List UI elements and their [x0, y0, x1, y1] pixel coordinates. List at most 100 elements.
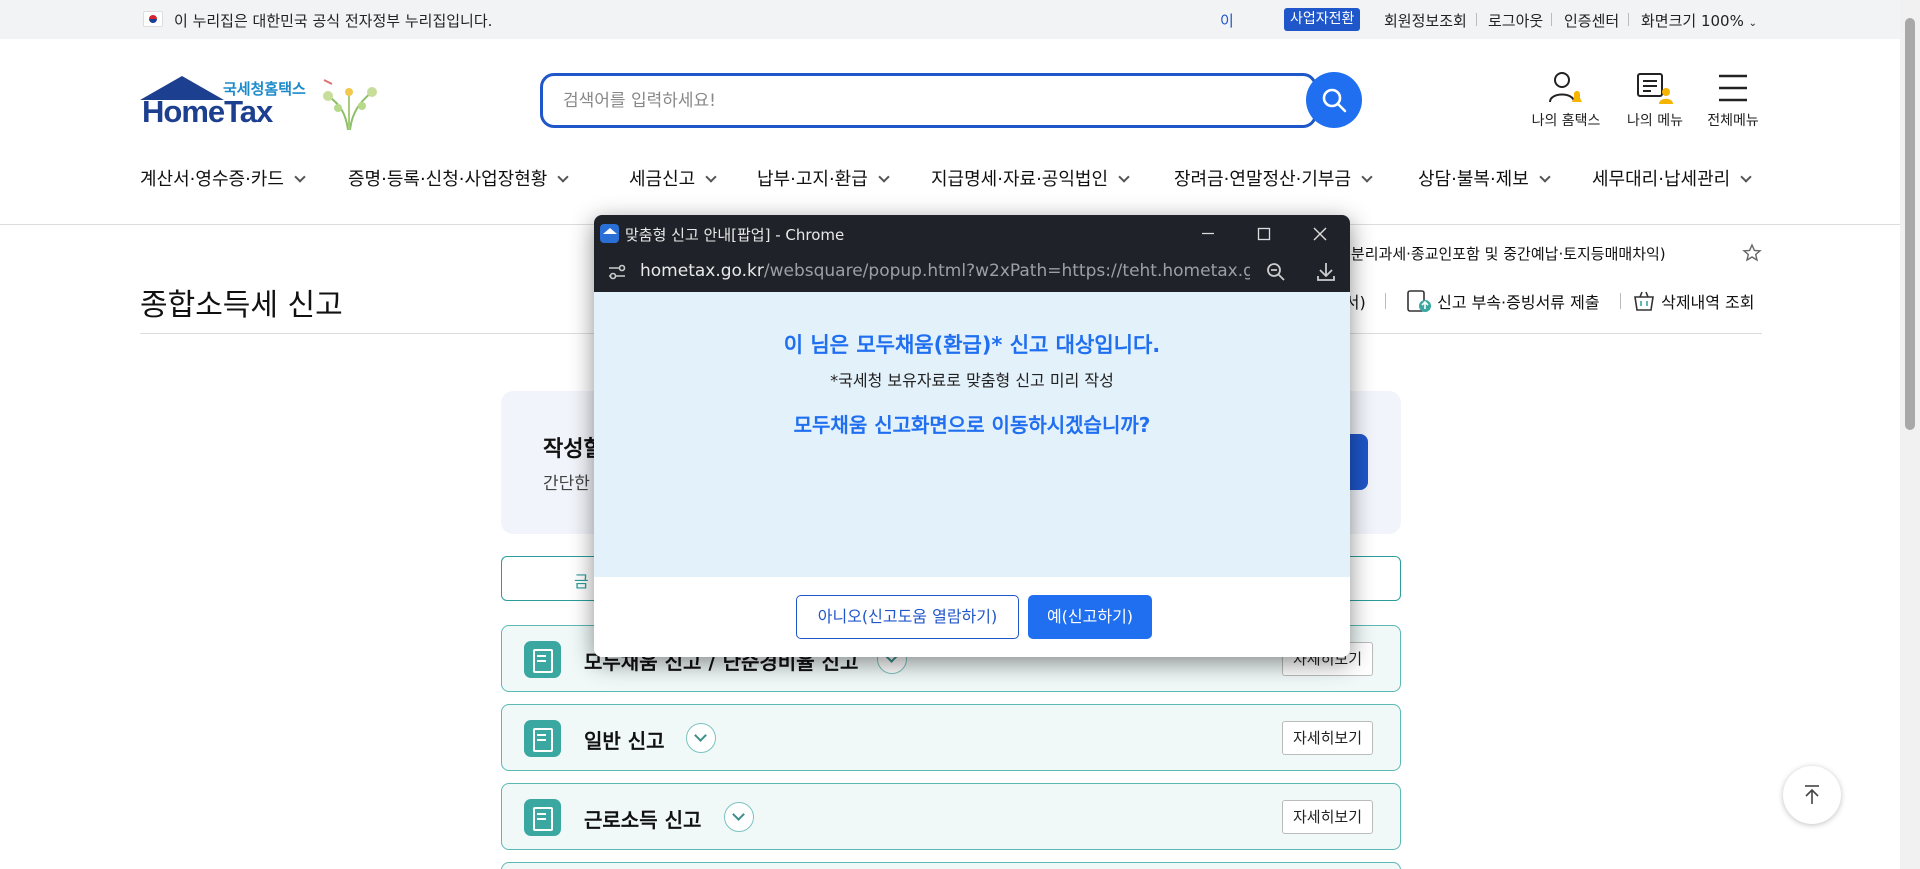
intro-text: 간단한	[543, 474, 590, 494]
no-view-help-button[interactable]: 아니오(신고도움 열람하기)	[796, 595, 1019, 639]
deleted-history-link[interactable]: 삭제내역 조회	[1632, 289, 1755, 313]
zoom-icon[interactable]	[1266, 262, 1286, 282]
form-icon	[524, 641, 561, 678]
url-domain: hometax.go.kr	[640, 261, 764, 281]
business-switch-button[interactable]: 사업자전환	[1284, 8, 1361, 31]
search-input[interactable]	[563, 88, 1283, 114]
outline-text: 금	[574, 572, 589, 591]
accordion-item[interactable]: 근로소득 신고 자세히보기	[501, 783, 1401, 850]
zoom-select[interactable]: 화면크기 100% ⌄	[1641, 10, 1757, 31]
my-hometax-label: 나의 홈택스	[1531, 113, 1601, 129]
prefill-note: *국세청 보유자료로 맞춤형 신고 미리 작성	[830, 371, 1114, 390]
nav-item-tax-return[interactable]: 세금신고	[629, 165, 717, 191]
site-settings-icon[interactable]	[606, 262, 628, 282]
attach-docs-link[interactable]: 신고 부속·증빙서류 제출	[1406, 289, 1600, 313]
cert-center-link[interactable]: 인증센터	[1564, 10, 1619, 31]
nav-label: 상담·불복·제보	[1418, 169, 1529, 190]
page-scrollbar[interactable]	[1900, 0, 1920, 869]
search-button[interactable]	[1306, 72, 1362, 128]
divider	[1551, 13, 1552, 26]
breadcrumb: 반·근로·분리과세·종교인포함 및 중간예납·토지등매매차익)	[1300, 245, 1666, 263]
nav-item-invoice[interactable]: 계산서·영수증·카드	[140, 165, 306, 191]
popup-content: 이 님은 모두채움(환급)* 신고 대상입니다. *국세청 보유자료로 맞춤형 …	[594, 292, 1350, 577]
page-title: 종합소득세 신고	[140, 288, 343, 323]
download-icon[interactable]	[1315, 261, 1337, 283]
chevron-down-icon	[557, 171, 569, 183]
nav-label: 지급명세·자료·공익법인	[931, 169, 1109, 190]
search-icon	[1322, 88, 1347, 113]
divider	[1628, 13, 1629, 26]
window-titlebar: 맞춤형 신고 안내[팝업] - Chrome	[594, 215, 1350, 252]
search-box	[540, 73, 1317, 128]
scrollbar-thumb[interactable]	[1905, 18, 1915, 430]
close-icon	[1313, 227, 1327, 241]
gov-banner: 이 누리집은 대한민국 공식 전자정부 누리집입니다. 이 사업자전환 회원정보…	[0, 0, 1900, 39]
maximize-button[interactable]	[1236, 215, 1292, 252]
nav-label: 계산서·영수증·카드	[140, 169, 284, 190]
scroll-to-top-button[interactable]	[1783, 766, 1841, 824]
all-menu-label: 전체메뉴	[1707, 113, 1759, 129]
star-icon[interactable]	[1742, 243, 1762, 263]
plant-icon	[323, 79, 377, 131]
form-icon	[524, 720, 561, 757]
my-menu-button[interactable]: 나의 메뉴	[1612, 70, 1698, 130]
logout-link[interactable]: 로그아웃	[1488, 10, 1543, 31]
nav-label: 세금신고	[629, 169, 696, 190]
member-info-link[interactable]: 회원정보조회	[1384, 10, 1467, 31]
url-path: /websquare/popup.html?w2xPath=https://te…	[763, 261, 1250, 281]
minimize-button[interactable]	[1180, 215, 1236, 252]
accordion-label: 일반 신고	[584, 729, 665, 753]
all-menu-button[interactable]: 전체메뉴	[1690, 70, 1776, 130]
chevron-down-icon	[705, 171, 717, 183]
chevron-down-icon	[1740, 171, 1752, 183]
chevron-down-icon	[878, 171, 890, 183]
chevron-down-icon	[294, 171, 306, 183]
menu-user-icon	[1637, 73, 1673, 104]
divider	[1385, 293, 1386, 309]
accordion-item[interactable]	[501, 862, 1401, 869]
target-notice: 이 님은 모두채움(환급)* 신고 대상입니다.	[783, 333, 1161, 357]
maximize-icon	[1257, 227, 1271, 241]
address-bar[interactable]: hometax.go.kr/websquare/popup.html?w2xPa…	[594, 252, 1350, 292]
minimize-icon	[1202, 232, 1214, 235]
attach-docs-label: 신고 부속·증빙서류 제출	[1437, 293, 1600, 312]
nav-item-consult[interactable]: 상담·불복·제보	[1418, 165, 1551, 191]
divider	[1620, 293, 1621, 309]
chevron-down-icon: ⌄	[1748, 18, 1758, 29]
expand-toggle[interactable]	[686, 723, 716, 753]
nav-label: 장려금·연말정산·기부금	[1174, 169, 1352, 190]
gov-notice: 이 누리집은 대한민국 공식 전자정부 누리집입니다.	[174, 12, 493, 30]
chevron-down-icon	[1539, 171, 1551, 183]
user-bell-icon	[1549, 72, 1582, 103]
hometax-favicon-icon	[600, 224, 619, 243]
yes-file-button[interactable]: 예(신고하기)	[1028, 595, 1152, 639]
nav-item-certificate[interactable]: 증명·등록·신청·사업장현황	[348, 165, 569, 191]
details-button[interactable]: 자세히보기	[1282, 800, 1374, 834]
arrow-up-icon	[1805, 785, 1819, 804]
chevron-down-icon	[1118, 171, 1130, 183]
nav-item-agent[interactable]: 세무대리·납세관리	[1592, 165, 1752, 191]
nav-label: 세무대리·납세관리	[1592, 169, 1731, 190]
window-title: 맞춤형 신고 안내[팝업] - Chrome	[625, 226, 845, 244]
my-menu-label: 나의 메뉴	[1627, 113, 1683, 129]
nav-item-statements[interactable]: 지급명세·자료·공익법인	[931, 165, 1130, 191]
my-hometax-button[interactable]: 나의 홈택스	[1523, 70, 1609, 130]
details-button[interactable]: 자세히보기	[1282, 721, 1374, 755]
deleted-history-label: 삭제내역 조회	[1661, 293, 1755, 312]
hometax-logo[interactable]: 국세청홈택스 HomeTax	[140, 74, 380, 134]
chevron-down-icon	[1361, 171, 1373, 183]
popup-window: 맞춤형 신고 안내[팝업] - Chrome hometax.go.kr/web…	[594, 215, 1350, 657]
document-upload-icon	[1407, 290, 1431, 312]
nav-item-incentive[interactable]: 장려금·연말정산·기부금	[1174, 165, 1373, 191]
close-button[interactable]	[1292, 215, 1348, 252]
accordion-item[interactable]: 일반 신고 자세히보기	[501, 704, 1401, 771]
nav-label: 납부·고지·환급	[757, 169, 868, 190]
logo-title: HomeTax	[142, 94, 273, 129]
url-text: hometax.go.kr/websquare/popup.html?w2xPa…	[640, 261, 1250, 281]
expand-toggle[interactable]	[724, 802, 754, 832]
nav-item-payment[interactable]: 납부·고지·환급	[757, 165, 890, 191]
basket-icon	[1634, 291, 1654, 311]
user-name: 이	[1220, 12, 1234, 30]
divider	[1476, 13, 1477, 26]
hamburger-icon	[1719, 74, 1747, 102]
